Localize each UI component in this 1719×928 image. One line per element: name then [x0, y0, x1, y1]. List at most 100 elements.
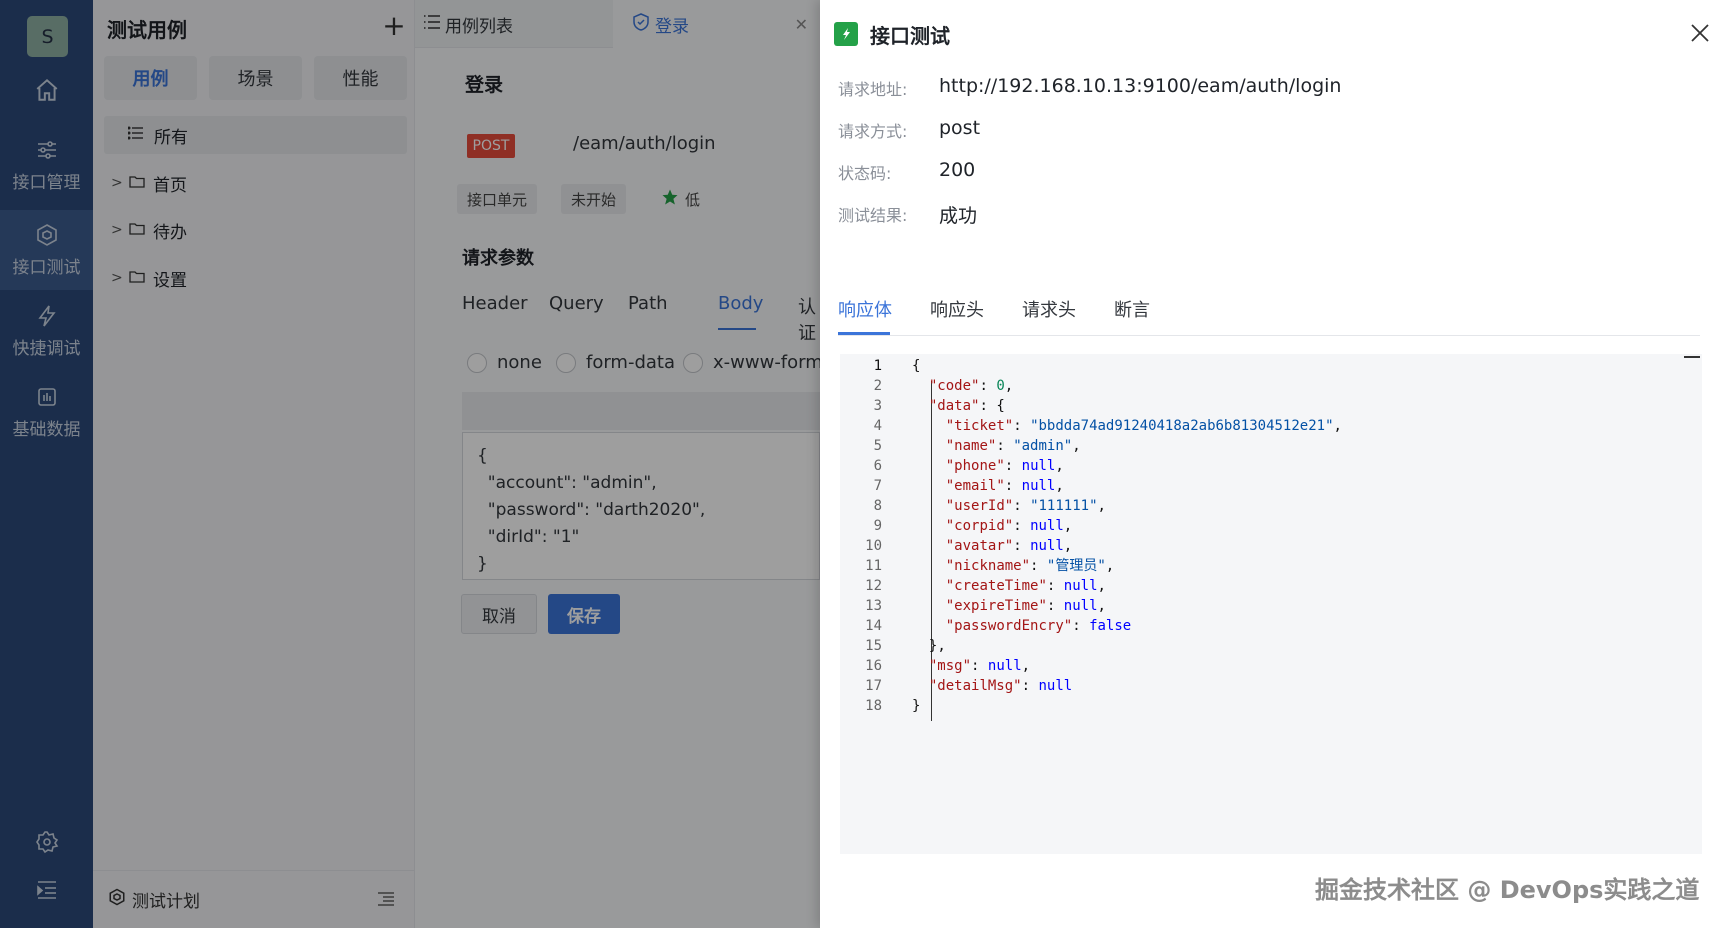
user-avatar[interactable]: S	[27, 16, 68, 57]
code-text: "detailMsg": null	[928, 678, 1073, 694]
cube-icon	[35, 223, 59, 247]
status-code-label: 状态码:	[838, 164, 892, 183]
nav-home[interactable]	[0, 58, 93, 122]
segment-cases[interactable]: 用例	[104, 56, 197, 100]
code-text: "userId": "111111",	[945, 498, 1106, 514]
nav-label-api-test: 接口测试	[12, 257, 81, 278]
folder-icon	[129, 173, 145, 193]
response-tabs: 响应体 响应头 请求头 断言	[838, 292, 1700, 336]
tree-item-label: 待办	[153, 222, 187, 243]
tab-header[interactable]: Header	[462, 293, 528, 314]
code-text: "msg": null,	[928, 658, 1031, 674]
tree-item-all-label: 所有	[154, 127, 188, 148]
save-button[interactable]: 保存	[548, 594, 620, 634]
test-result-label: 测试结果:	[838, 206, 908, 225]
radio-label: none	[497, 352, 542, 373]
tab-response-body[interactable]: 响应体	[838, 296, 892, 322]
api-path: /eam/auth/login	[573, 133, 716, 154]
nav-quick-debug[interactable]: 快捷调试	[0, 291, 93, 371]
tab-login[interactable]: 登录 ✕	[613, 0, 820, 48]
line-number: 10	[865, 538, 882, 554]
run-icon	[834, 22, 858, 46]
line-number: 15	[865, 638, 882, 654]
code-line: 16 "msg": null,	[840, 656, 1342, 676]
tab-body[interactable]: Body	[718, 293, 763, 314]
tag-type: 接口单元	[457, 184, 538, 214]
code-line: 10 "avatar": null,	[840, 536, 1342, 556]
api-test-drawer: 接口测试 请求地址: http://192.168.10.13:9100/eam…	[820, 0, 1719, 928]
gear-icon	[35, 830, 59, 858]
tag-priority: 低	[651, 184, 710, 214]
radio-form-data[interactable]: form-data	[556, 352, 675, 373]
code-line: 18}	[840, 696, 1342, 716]
collapse-icon[interactable]	[1684, 356, 1700, 358]
tree-item-label: 设置	[153, 270, 187, 291]
radio-none[interactable]: none	[467, 352, 542, 373]
watermark: 掘金技术社区 @ DevOps实践之道	[1315, 876, 1700, 904]
chevron-right-icon[interactable]: >	[111, 175, 125, 191]
close-icon[interactable]	[1689, 22, 1713, 46]
case-panel: 测试用例 + 用例 场景 性能 所有 > 首页 > 待办 > 设置 测试计划	[93, 0, 415, 928]
tab-case-list[interactable]: 用例列表	[423, 0, 513, 48]
settings-button[interactable]	[0, 824, 93, 864]
tree-item-todo[interactable]: > 待办	[111, 215, 187, 245]
body-editor[interactable]: { "account": "admin", "password": "darth…	[462, 432, 820, 580]
tree-item-settings[interactable]: > 设置	[111, 263, 187, 293]
folder-icon	[129, 268, 145, 288]
test-plan-label: 测试计划	[132, 892, 200, 912]
code-text: "corpid": null,	[945, 518, 1073, 534]
line-number: 14	[865, 618, 882, 634]
tab-assertions[interactable]: 断言	[1114, 296, 1150, 322]
home-icon	[34, 77, 60, 103]
nav-base-data[interactable]: 基础数据	[0, 372, 93, 452]
nav-label-base-data: 基础数据	[12, 419, 81, 440]
tab-response-headers[interactable]: 响应头	[930, 296, 984, 322]
method-badge: POST	[467, 134, 515, 158]
code-line: 3 "data": {	[840, 396, 1342, 416]
chevron-right-icon[interactable]: >	[111, 270, 125, 286]
code-line: 6 "phone": null,	[840, 456, 1342, 476]
main-nav: S 接口管理 接口测试 快捷调试 基础数据	[0, 0, 93, 928]
code-text: "phone": null,	[945, 458, 1064, 474]
code-line: 14 "passwordEncry": false	[840, 616, 1342, 636]
code-text: "email": null,	[945, 478, 1064, 494]
nav-api-test[interactable]: 接口测试	[0, 210, 93, 290]
nav-api-management[interactable]: 接口管理	[0, 125, 93, 205]
tab-query[interactable]: Query	[549, 293, 604, 314]
tab-path[interactable]: Path	[628, 293, 668, 314]
code-text: "ticket": "bbdda74ad91240418a2ab6b813045…	[945, 418, 1342, 434]
test-plan-footer[interactable]: 测试计划	[93, 870, 415, 928]
tab-auth[interactable]: 认证	[798, 293, 820, 345]
lightning-icon	[35, 304, 59, 328]
list-icon	[127, 125, 144, 145]
collapse-nav-button[interactable]	[0, 872, 93, 912]
code-text: "passwordEncry": false	[945, 618, 1132, 634]
priority-label: 低	[685, 190, 701, 209]
code-line: 12 "createTime": null,	[840, 576, 1342, 596]
plan-cube-icon	[108, 888, 126, 911]
close-tab-icon[interactable]: ✕	[795, 15, 808, 34]
line-number: 5	[873, 438, 882, 454]
radio-x-www-form[interactable]: x-www-form-	[683, 352, 829, 373]
response-code-viewer[interactable]: 1{2 "code": 0, 3 "data": {4 "ticket": "bb…	[840, 354, 1702, 854]
line-number: 18	[865, 698, 882, 714]
cancel-button[interactable]: 取消	[461, 594, 537, 634]
radio-label: x-www-form-	[713, 352, 830, 373]
request-method-label: 请求方式:	[838, 122, 908, 141]
segment-scenarios[interactable]: 场景	[209, 56, 302, 100]
chart-box-icon	[35, 385, 59, 409]
segment-performance[interactable]: 性能	[314, 56, 407, 100]
code-line: 2 "code": 0,	[840, 376, 1342, 396]
menu-indent-icon	[35, 879, 59, 905]
tab-request-headers[interactable]: 请求头	[1022, 296, 1076, 322]
add-case-button[interactable]: +	[381, 12, 407, 40]
code-line: 5 "name": "admin",	[840, 436, 1342, 456]
tree-item-home[interactable]: > 首页	[111, 168, 187, 198]
tab-login-label: 登录	[655, 16, 689, 37]
code-line: 9 "corpid": null,	[840, 516, 1342, 536]
chevron-right-icon[interactable]: >	[111, 222, 125, 238]
tab-case-list-label: 用例列表	[445, 16, 513, 37]
code-line: 13 "expireTime": null,	[840, 596, 1342, 616]
footer-menu-icon[interactable]	[377, 891, 395, 912]
tree-item-all[interactable]: 所有	[104, 116, 407, 154]
